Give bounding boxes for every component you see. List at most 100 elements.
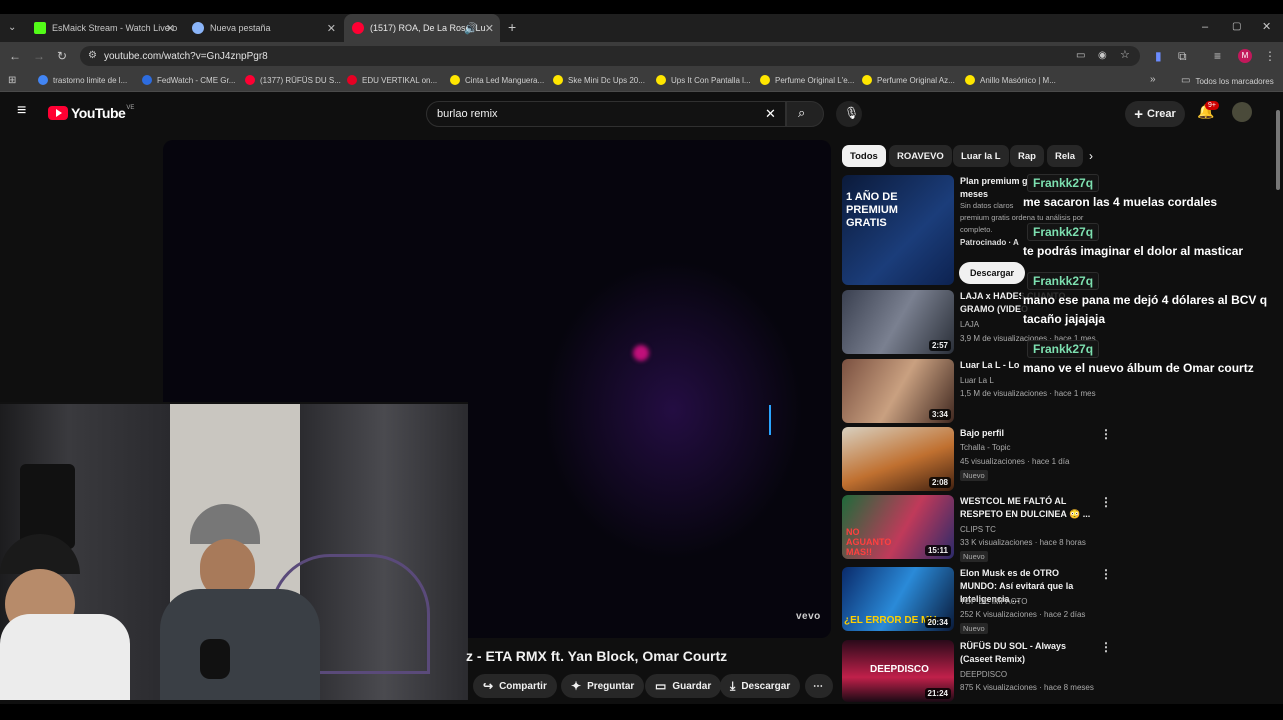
- search-button[interactable]: ⌕: [786, 101, 824, 127]
- extension-icon[interactable]: ▮: [1155, 50, 1162, 62]
- chat-username: Frankk27q: [1027, 272, 1100, 290]
- chat-username: Frankk27q: [1027, 340, 1100, 358]
- chip-rap[interactable]: Rap: [1010, 145, 1044, 167]
- bookmark-item[interactable]: EDU VERTIKAL on...: [347, 75, 437, 85]
- tab-label: EsMaick Stream - Watch Live o: [52, 23, 178, 33]
- hamburger-menu-icon[interactable]: ≡: [17, 103, 26, 119]
- bookmarks-bar: ⊞ trastorno limite de l... FedWatch - CM…: [0, 70, 1283, 92]
- video-meta: 252 K visualizaciones · hace 2 días: [960, 610, 1086, 619]
- reload-icon[interactable]: ↻: [57, 50, 67, 62]
- new-tab-icon[interactable]: +: [508, 20, 516, 34]
- bookmark-item[interactable]: FedWatch - CME Gr...: [142, 75, 235, 85]
- site-info-icon[interactable]: ⚙: [88, 50, 97, 62]
- window-bottom-edge: [0, 704, 1283, 720]
- more-bookmarks-icon[interactable]: »: [1150, 74, 1156, 86]
- video-frame-light: [633, 345, 649, 361]
- extensions-puzzle-icon[interactable]: ⧉: [1178, 50, 1187, 62]
- tab-esmaick[interactable]: EsMaick Stream - Watch Live o ✕: [26, 14, 181, 42]
- menu-kebab-icon[interactable]: ⋮: [1264, 50, 1276, 62]
- duration-badge: 3:34: [928, 409, 951, 420]
- youtube-logo[interactable]: YouTube VE: [48, 105, 134, 121]
- notification-badge: 9+: [1205, 101, 1219, 110]
- bookmark-item[interactable]: trastorno limite de l...: [38, 75, 127, 85]
- url-input[interactable]: ⚙ youtube.com/watch?v=GnJ4znpPgr8 ▭ ◉ ☆: [80, 46, 1140, 66]
- bookmark-star-icon[interactable]: ☆: [1120, 49, 1130, 61]
- chip-todos[interactable]: Todos: [842, 145, 886, 167]
- tab-youtube[interactable]: (1517) ROA, De La Rose, Lu 🔊 ✕: [344, 14, 500, 42]
- video-thumbnail: 2:08: [842, 427, 954, 491]
- bookmark-item[interactable]: Ske Mini Dc Ups 20...: [553, 75, 645, 85]
- chip-rela[interactable]: Rela: [1047, 145, 1083, 167]
- download-button[interactable]: ⤓ Descargar: [720, 674, 801, 698]
- video-thumbnail: DEEPDISCO 21:24: [842, 640, 954, 702]
- profile-avatar[interactable]: M: [1238, 49, 1252, 63]
- close-tab-icon[interactable]: ✕: [327, 22, 336, 35]
- person-left-shirt: [0, 614, 130, 700]
- person-right-shirt: [160, 589, 320, 700]
- video-thumbnail: 2:57: [842, 290, 954, 354]
- all-bookmarks-folder[interactable]: ▭ Todos los marcadores: [1181, 75, 1274, 87]
- duration-badge: 2:08: [928, 477, 951, 488]
- share-button[interactable]: ↪ Compartir: [473, 674, 557, 698]
- list-item[interactable]: DEEPDISCO 21:24 RÜFÜS DU SOL - Always (C…: [842, 640, 1114, 704]
- forward-icon[interactable]: →: [33, 50, 45, 62]
- back-icon[interactable]: ←: [9, 50, 21, 62]
- bookmark-item[interactable]: Cinta Led Manguera...: [450, 75, 544, 85]
- more-options-icon[interactable]: ⋮: [1100, 495, 1112, 509]
- ask-button[interactable]: ✦ Preguntar: [561, 674, 645, 698]
- webcam-overlay: [0, 402, 468, 700]
- account-avatar[interactable]: [1232, 102, 1252, 122]
- youtube-icon: [245, 75, 255, 85]
- chip-roavevo[interactable]: ROAVEVO: [889, 145, 952, 167]
- apps-grid-icon[interactable]: ⊞: [8, 75, 16, 87]
- voice-search-button[interactable]: 🎙: [836, 101, 862, 127]
- video-meta: 45 visualizaciones · hace 1 día: [960, 457, 1070, 466]
- list-item[interactable]: 2:08 Bajo perfil Tchalla - Topic 45 visu…: [842, 427, 1114, 493]
- tab-search-icon[interactable]: ⌄: [8, 22, 16, 34]
- tab-search-list-icon[interactable]: ≡: [1214, 50, 1221, 62]
- channel-name: CLIPS TC: [960, 525, 996, 534]
- list-item[interactable]: ¿EL ERROR DE MU 20:34 Elon Musk es de OT…: [842, 567, 1114, 634]
- youtube-header: ≡ YouTube VE burlao remix ✕ ⌕ 🎙 + Crear …: [0, 93, 1283, 133]
- create-button[interactable]: + Crear: [1125, 101, 1185, 127]
- close-window-icon[interactable]: ✕: [1262, 21, 1271, 33]
- scrollbar[interactable]: [1275, 100, 1281, 700]
- video-item-title: Bajo perfil: [960, 428, 1005, 438]
- bookmark-item[interactable]: Perfume Original L'e...: [760, 75, 854, 85]
- bookmark-item[interactable]: Perfume Original Az...: [862, 75, 955, 85]
- list-item[interactable]: NO AGUANTO MAS!! 15:11 WESTCOL ME FALTÓ …: [842, 495, 1114, 562]
- close-tab-icon[interactable]: ✕: [166, 22, 175, 35]
- url-text: youtube.com/watch?v=GnJ4znpPgr8: [104, 50, 268, 62]
- search-icon: ⌕: [798, 105, 806, 120]
- scrollbar-thumb[interactable]: [1276, 110, 1280, 190]
- more-actions-button[interactable]: ⋯: [805, 674, 833, 698]
- microphone-icon: 🎙: [844, 106, 860, 120]
- minimize-icon[interactable]: –: [1202, 21, 1208, 33]
- eye-off-icon[interactable]: ◉: [1098, 50, 1107, 62]
- speaker-icon[interactable]: 🔊: [464, 22, 478, 35]
- download-icon: ⤓: [730, 678, 736, 693]
- mercadolibre-icon: [553, 75, 563, 85]
- ad-download-button[interactable]: Descargar: [959, 262, 1025, 284]
- bookmark-item[interactable]: Anillo Masónico | M...: [965, 75, 1056, 85]
- video-frame-glow: [543, 260, 803, 560]
- clear-search-icon[interactable]: ✕: [765, 107, 776, 120]
- more-options-icon[interactable]: ⋮: [1100, 640, 1112, 654]
- video-meta: 1,5 M de visualizaciones · hace 1 mes: [960, 389, 1096, 398]
- maximize-icon[interactable]: ▢: [1232, 21, 1241, 33]
- cast-icon[interactable]: ▭: [1076, 50, 1085, 62]
- more-options-icon[interactable]: ⋮: [1100, 567, 1112, 581]
- bookmark-item[interactable]: (1377) RÜFÜS DU S...: [245, 75, 341, 85]
- chip-luar[interactable]: Luar la L: [953, 145, 1009, 167]
- save-button[interactable]: ▭ Guardar: [645, 674, 722, 698]
- close-tab-icon[interactable]: ✕: [485, 22, 494, 35]
- more-options-icon[interactable]: ⋮: [1100, 427, 1112, 441]
- bookmark-item[interactable]: Ups It Con Pantalla l...: [656, 75, 751, 85]
- chat-message: mano ve el nuevo álbum de Omar courtz: [1021, 359, 1276, 378]
- video-thumbnail: NO AGUANTO MAS!! 15:11: [842, 495, 954, 559]
- chevron-right-icon[interactable]: ›: [1089, 150, 1093, 162]
- youtube-favicon-icon: [352, 22, 364, 34]
- search-input[interactable]: burlao remix ✕: [426, 101, 786, 127]
- sparkle-icon: ✦: [571, 679, 582, 693]
- tab-new[interactable]: Nueva pestaña ✕: [184, 14, 342, 42]
